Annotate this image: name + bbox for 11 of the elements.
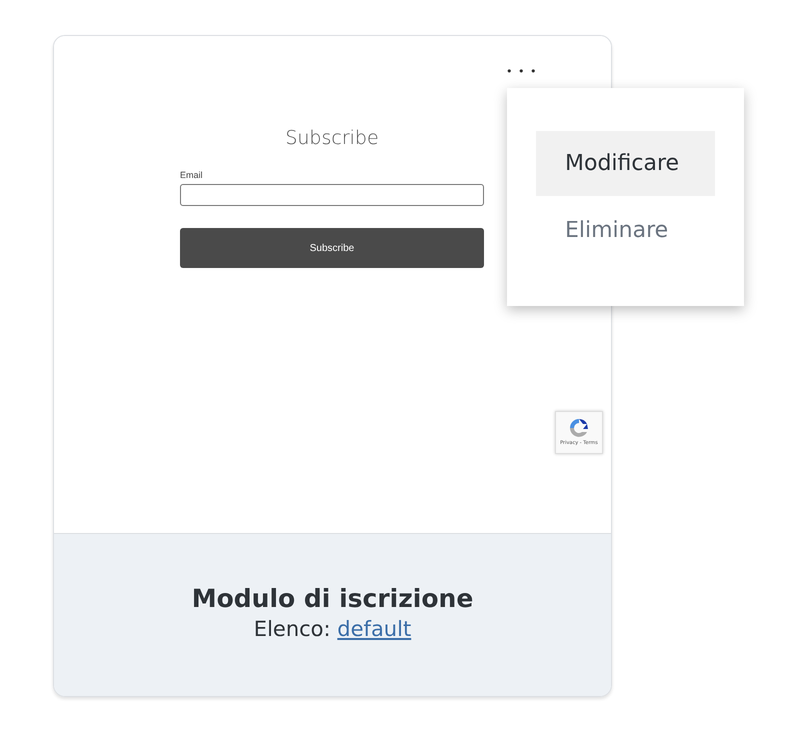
email-field[interactable]	[180, 184, 484, 206]
form-name: Modulo di iscrizione	[192, 584, 474, 614]
menu-item[interactable]: Modificare	[536, 131, 715, 196]
more-menu-button[interactable]: • • •	[506, 66, 538, 77]
menu-item[interactable]: Eliminare	[536, 198, 715, 263]
refresh-icon	[567, 416, 591, 440]
field-label: Email	[180, 168, 204, 182]
list-label: Elenco:	[254, 617, 331, 641]
list-link[interactable]: default	[337, 617, 412, 641]
subscribe-button[interactable]: Subscribe	[180, 228, 484, 268]
form-title: Subscribe	[284, 126, 380, 151]
